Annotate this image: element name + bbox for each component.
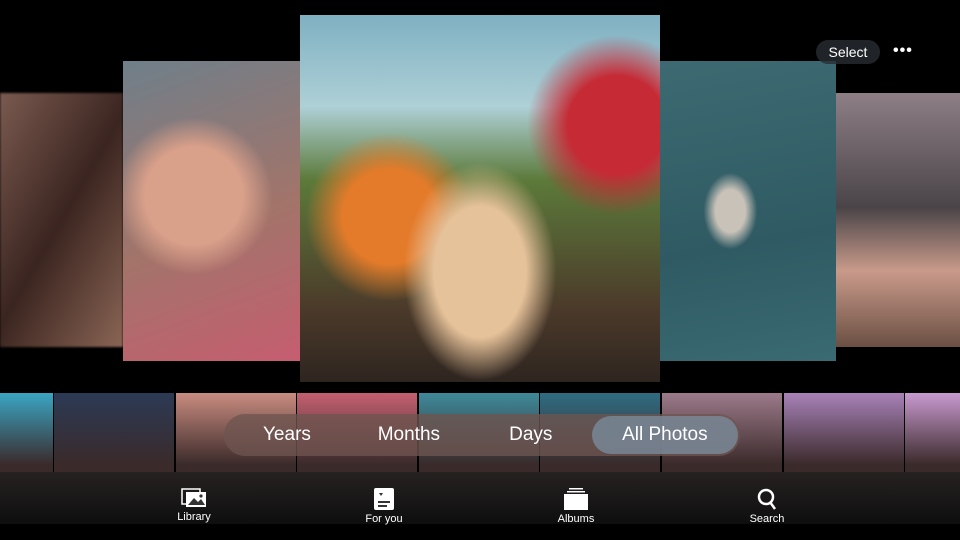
ellipsis-icon[interactable]: •••: [893, 42, 913, 60]
search-icon: [757, 488, 777, 510]
tab-label: For you: [365, 513, 403, 525]
photo-card-left[interactable]: [123, 61, 300, 361]
tab-label: Library: [177, 511, 211, 523]
select-button[interactable]: Select: [816, 40, 880, 64]
photo-card-featured[interactable]: [300, 15, 660, 382]
photo-card-right[interactable]: [660, 61, 836, 361]
photo-thumbnail[interactable]: [54, 393, 174, 473]
photo-library-icon: [181, 488, 206, 507]
photo-thumbnail[interactable]: [0, 393, 53, 473]
albums-icon: [564, 488, 588, 510]
photo-thumbnail[interactable]: [905, 393, 960, 473]
tab-for-you[interactable]: For you: [339, 488, 429, 525]
view-switcher: Years Months Days All Photos: [224, 414, 740, 456]
tab-label: Search: [749, 513, 785, 525]
view-option-years[interactable]: Years: [226, 416, 348, 454]
photo-card-far-right[interactable]: [836, 93, 960, 347]
tab-library[interactable]: Library: [149, 488, 239, 523]
view-option-days[interactable]: Days: [470, 416, 592, 454]
photo-card-far-left[interactable]: [0, 93, 123, 347]
view-option-months[interactable]: Months: [348, 416, 470, 454]
tab-label: Albums: [557, 513, 595, 525]
tab-bar: Library For you Albums Search: [0, 472, 960, 525]
tab-albums[interactable]: Albums: [531, 488, 621, 525]
photo-thumbnail[interactable]: [784, 393, 904, 473]
view-option-all-photos[interactable]: All Photos: [591, 416, 738, 454]
for-you-icon: [374, 488, 394, 510]
tab-search[interactable]: Search: [722, 488, 812, 525]
